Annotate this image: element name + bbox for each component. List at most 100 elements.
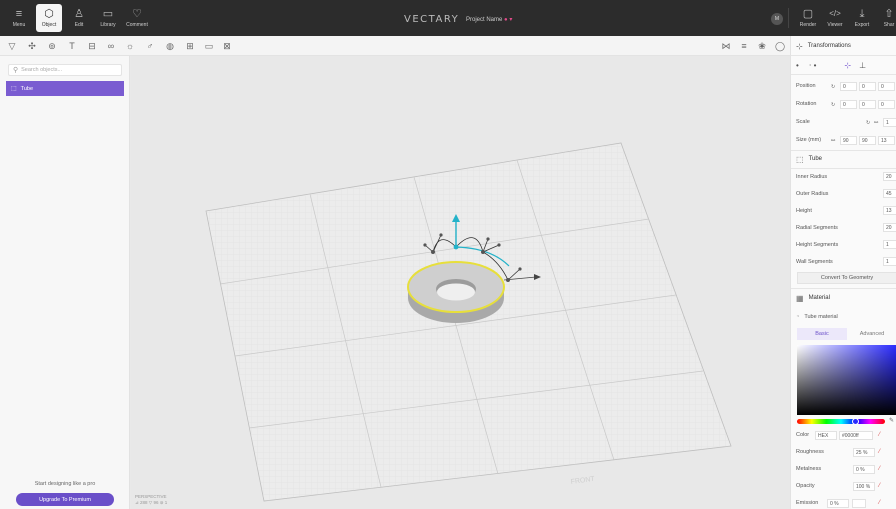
metalness-field[interactable]: 0 % xyxy=(853,465,875,474)
convert-to-geometry-button[interactable]: Convert To Geometry xyxy=(797,272,896,284)
reset-scale-icon[interactable]: ↻ xyxy=(866,120,870,126)
camera-tool-icon[interactable]: ♂ xyxy=(144,40,156,52)
radial-segments-field[interactable]: 20 xyxy=(883,223,896,232)
pivot-center-icon[interactable]: ⋅ • xyxy=(809,61,817,70)
hue-slider[interactable] xyxy=(797,418,885,425)
share-button[interactable]: ⇧ Shar xyxy=(874,0,896,36)
list-item-tube[interactable]: ⬚ Tube xyxy=(6,81,124,96)
position-x-field[interactable]: 0 xyxy=(840,82,857,91)
pivot-world-icon[interactable]: ⊥ xyxy=(859,61,866,70)
color-hex-field[interactable]: #0000ff xyxy=(839,431,873,440)
scale-field[interactable]: 1 xyxy=(883,118,896,127)
color-texture-icon[interactable]: ⁄ xyxy=(879,432,880,438)
link-scale-icon[interactable]: ⚯ xyxy=(874,120,878,126)
move-tool-icon[interactable]: ✣ xyxy=(26,40,38,52)
roughness-field[interactable]: 25 % xyxy=(853,448,875,457)
opacity-texture-icon[interactable]: ⁄ xyxy=(879,483,880,489)
wall-segments-field[interactable]: 1 xyxy=(883,257,896,266)
rotation-y-field[interactable]: 0 xyxy=(859,100,876,109)
avatar[interactable]: M xyxy=(771,13,783,25)
size-z-field[interactable]: 13 xyxy=(878,136,895,145)
size-z-value: 13 xyxy=(881,137,887,144)
divider xyxy=(791,74,896,75)
xray-view-icon[interactable]: ⋈ xyxy=(720,40,732,52)
grid-tool-icon[interactable]: ⊞ xyxy=(184,40,196,52)
select-tool-icon[interactable]: ▽ xyxy=(6,40,18,52)
scene-canvas[interactable]: FRONT xyxy=(131,56,790,509)
box-tool-icon[interactable]: ⊟ xyxy=(86,40,98,52)
link-tool-icon[interactable]: ∞ xyxy=(105,40,117,52)
reset-rotation-icon[interactable]: ↻ xyxy=(831,102,835,108)
color-mode-select[interactable]: HEX xyxy=(815,431,837,440)
height-segments-field[interactable]: 1 xyxy=(883,240,896,249)
export-label: Export xyxy=(854,22,870,28)
radial-segments-label: Radial Segments xyxy=(796,225,838,231)
position-y-value: 0 xyxy=(862,83,865,90)
tab-advanced[interactable]: Advanced xyxy=(847,328,896,340)
folder-icon: ▭ xyxy=(102,8,114,20)
3d-viewport[interactable]: FRONT PERSPECTIVE ⊿ 288 ▽ 96 ⊚ 1 xyxy=(131,56,790,509)
wall-segments-value: 1 xyxy=(886,258,889,265)
rotation-x-field[interactable]: 0 xyxy=(840,100,857,109)
inner-radius-field[interactable]: 20 xyxy=(883,172,896,181)
material-section-header[interactable]: ▦ Material xyxy=(791,289,896,307)
metalness-texture-icon[interactable]: ⁄ xyxy=(879,466,880,472)
outer-radius-field[interactable]: 45 xyxy=(883,189,896,198)
edit-mode-button[interactable]: ♙ Edit xyxy=(64,0,94,36)
camera-view-icon[interactable]: ◯ xyxy=(774,40,786,52)
menu-button[interactable]: ≡ Menu xyxy=(4,0,34,36)
render-button[interactable]: ▢ Render xyxy=(793,0,823,36)
roughness-texture-icon[interactable]: ⁄ xyxy=(879,449,880,455)
pivot-local-icon[interactable]: ⊹ xyxy=(844,61,851,70)
primitive-tool-icon[interactable]: ⊚ xyxy=(46,40,58,52)
environment-view-icon[interactable]: ❀ xyxy=(756,40,768,52)
opacity-unit: % xyxy=(865,483,871,490)
color-picker-area[interactable] xyxy=(797,345,896,415)
light-tool-icon[interactable]: ☼ xyxy=(124,40,136,52)
image-tool-icon[interactable]: ⊠ xyxy=(221,40,233,52)
eyedropper-icon[interactable]: ✎ xyxy=(889,417,894,424)
size-x-field[interactable]: 90 xyxy=(840,136,857,145)
emission-field[interactable]: 0 % xyxy=(827,499,849,508)
roughness-value: 25 xyxy=(856,449,862,456)
export-button[interactable]: ⤓ Export xyxy=(847,0,877,36)
text-tool-icon[interactable]: T xyxy=(66,40,78,52)
tab-basic[interactable]: Basic xyxy=(797,328,847,340)
material-select[interactable]: ◔ Tube material xyxy=(791,309,896,325)
search-input[interactable] xyxy=(21,67,117,73)
rotation-z-field[interactable]: 0 xyxy=(878,100,895,109)
size-y-field[interactable]: 90 xyxy=(859,136,876,145)
transformations-header[interactable]: ⊹ Transformations xyxy=(791,38,896,54)
object-mode-button[interactable]: ⬡ Object xyxy=(36,4,62,32)
position-z-field[interactable]: 0 xyxy=(878,82,895,91)
render-label: Render xyxy=(799,22,817,28)
project-name[interactable]: Project Name ● ▾ xyxy=(466,16,512,23)
wireframe-view-icon[interactable]: ≡ xyxy=(738,40,750,52)
emission-color-swatch[interactable] xyxy=(852,499,866,508)
emission-label: Emission xyxy=(796,500,819,506)
menu-label: Menu xyxy=(12,22,26,28)
edit-icon: ♙ xyxy=(74,8,84,20)
position-x-value: 0 xyxy=(843,83,846,90)
comment-button[interactable]: ♡ Comment xyxy=(122,0,152,36)
position-y-field[interactable]: 0 xyxy=(859,82,876,91)
opacity-field[interactable]: 100 % xyxy=(853,482,875,491)
emission-texture-icon[interactable]: ⁄ xyxy=(879,500,880,506)
library-button[interactable]: ▭ Library xyxy=(93,0,123,36)
reset-position-icon[interactable]: ↻ xyxy=(831,84,835,90)
front-grid-label: FRONT xyxy=(570,476,596,486)
height-field[interactable]: 13 xyxy=(883,206,896,215)
viewer-button[interactable]: </> Viewer xyxy=(820,0,850,36)
material-tool-icon[interactable]: ◍ xyxy=(164,40,176,52)
pivot-point-icon[interactable]: • xyxy=(796,61,799,70)
hue-slider-handle[interactable] xyxy=(852,418,859,425)
viewer-label: Viewer xyxy=(827,22,843,28)
search-box[interactable]: ⚲ xyxy=(8,64,122,76)
tube-object[interactable] xyxy=(407,261,505,323)
comment-label: Comment xyxy=(126,22,148,28)
cube-icon: ⬡ xyxy=(44,8,54,20)
upgrade-button[interactable]: Upgrade To Premium xyxy=(16,493,114,506)
tube-section-header[interactable]: ⬚ Tube xyxy=(791,150,896,168)
frame-tool-icon[interactable]: ▭ xyxy=(203,40,215,52)
link-size-icon[interactable]: ⚯ xyxy=(831,138,835,144)
